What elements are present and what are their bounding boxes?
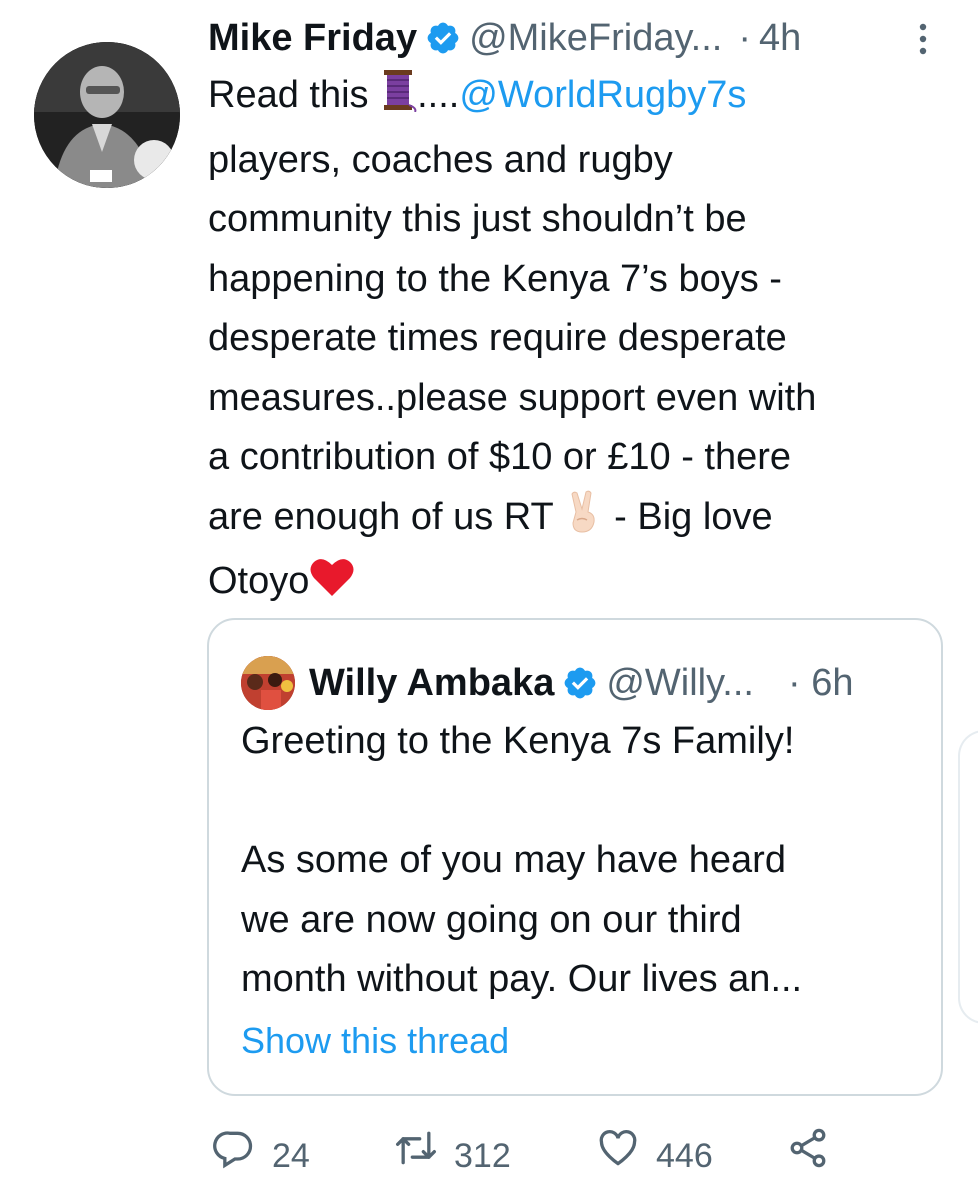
- quoted-tweet-body: Greeting to the Kenya 7s Family! As some…: [241, 712, 921, 1010]
- author-avatar[interactable]: [34, 42, 180, 188]
- tweet-text-line: happening to the Kenya 7’s boys -: [208, 257, 782, 300]
- author-name[interactable]: Mike Friday: [208, 14, 417, 62]
- tweet-text-line: Otoyo: [208, 560, 310, 602]
- quoted-text-line: we are now going on our third: [241, 898, 742, 941]
- tweet-time[interactable]: 4h: [759, 14, 801, 62]
- tweet-text-line: Read this: [208, 74, 380, 116]
- tweet-text-line: players, coaches and rugby: [208, 138, 673, 181]
- show-thread-link[interactable]: Show this thread: [241, 1018, 509, 1064]
- tweet-header: Mike Friday @MikeFriday... · 4h: [208, 14, 938, 62]
- like-button[interactable]: 446: [596, 1126, 713, 1185]
- share-icon: [786, 1126, 830, 1185]
- reply-count: 24: [272, 1136, 310, 1175]
- separator-dot: ·: [738, 17, 751, 59]
- tweet-text-line: a contribution of $10 or £10 - there: [208, 436, 792, 478]
- quoted-tweet-time[interactable]: 6h: [811, 662, 853, 704]
- tweet-text-line: are enough of us RT: [208, 495, 564, 538]
- more-vertical-icon[interactable]: [916, 22, 930, 56]
- reply-icon: [212, 1126, 256, 1185]
- tweet-text-line: measures..please support even with: [208, 376, 817, 419]
- tweet-text-dots: ....: [417, 74, 460, 116]
- heart-icon: [596, 1126, 640, 1185]
- mention-link[interactable]: @WorldRugby7s: [459, 74, 746, 116]
- separator-dot: ·: [787, 662, 801, 704]
- author-handle[interactable]: @MikeFriday...: [469, 14, 722, 62]
- retweet-icon: [394, 1126, 438, 1185]
- offscreen-card-edge: [958, 730, 978, 1024]
- tweet-body: Read this ....@WorldRugby7s players, coa…: [208, 66, 938, 617]
- quoted-tweet-card[interactable]: Willy Ambaka @Willy... · 6h Greeting to …: [207, 618, 943, 1096]
- reply-button[interactable]: 24: [212, 1126, 310, 1185]
- verified-badge-icon: [562, 665, 598, 701]
- quoted-tweet-header: Willy Ambaka @Willy... · 6h: [241, 656, 931, 710]
- quoted-text-line: Greeting to the Kenya 7s Family!: [241, 720, 795, 762]
- quoted-author-handle[interactable]: @Willy...: [606, 660, 754, 706]
- quoted-text-line: month without pay. Our lives an...: [241, 958, 803, 1000]
- quoted-author-name[interactable]: Willy Ambaka: [309, 660, 554, 706]
- thread-spool-emoji: [379, 68, 417, 131]
- verified-badge-icon: [425, 20, 461, 56]
- red-heart-emoji: [309, 556, 355, 617]
- quoted-text-line: As some of you may have heard: [241, 839, 786, 881]
- retweet-button[interactable]: 312: [394, 1126, 511, 1185]
- victory-hand-emoji: [564, 490, 604, 553]
- tweet-text-line: desperate times require desperate: [208, 317, 787, 359]
- like-count: 446: [656, 1136, 713, 1175]
- tweet-text-line: community this just shouldn’t be: [208, 198, 747, 240]
- quoted-author-avatar[interactable]: [241, 656, 295, 710]
- retweet-count: 312: [454, 1136, 511, 1175]
- share-button[interactable]: [786, 1126, 830, 1185]
- tweet-text-line: - Big love: [603, 495, 773, 538]
